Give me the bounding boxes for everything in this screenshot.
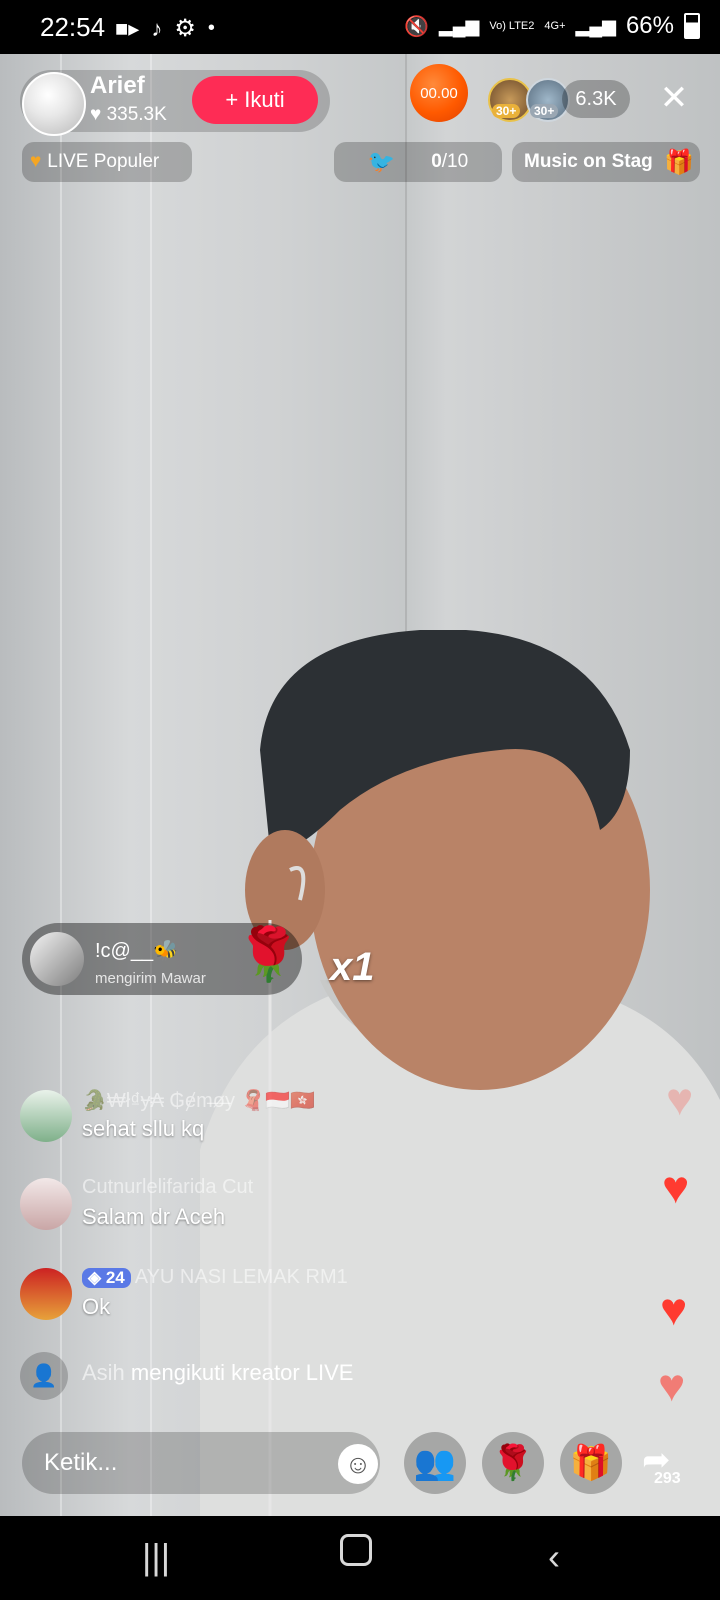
floating-heart-icon: ♥ bbox=[660, 1283, 688, 1335]
curtain-line bbox=[150, 54, 152, 1516]
gift-box-icon: 🎁 bbox=[569, 1444, 613, 1482]
battery-icon bbox=[684, 13, 700, 39]
rose-icon: 🌹 bbox=[491, 1444, 535, 1482]
people-icon: 👥 bbox=[413, 1444, 457, 1482]
follow-notification-text: Asih mengikuti kreator LIVE bbox=[82, 1360, 353, 1386]
status-bar: 22:54 ■▸ ♪ ⚙ • 🔇 ▂▄▆ Vo) LTE2 4G+ ▂▄▆ 66… bbox=[0, 0, 720, 54]
status-right-icons: 🔇 ▂▄▆ Vo) LTE2 4G+ ▂▄▆ 66% bbox=[404, 12, 700, 40]
music-on-stage-label: Music on Stag bbox=[524, 151, 653, 172]
commenter-avatar[interactable] bbox=[20, 1178, 72, 1230]
gift-button[interactable]: 🎁 bbox=[560, 1432, 622, 1494]
coin-counter[interactable]: 00.00 bbox=[410, 64, 468, 122]
commenter-name: 🐊₩ł₫ɏ₳ ₲ɇm̶ø̶y 🧣🇮🇩🇭🇰 bbox=[82, 1090, 316, 1112]
comment-text: sehat sllu kq bbox=[82, 1116, 205, 1141]
gift-sender-avatar[interactable] bbox=[30, 932, 84, 986]
tiktok-icon: ♪ bbox=[151, 15, 163, 41]
close-icon[interactable]: ✕ bbox=[654, 78, 694, 118]
network-label: Vo) LTE2 bbox=[489, 19, 535, 32]
commenter-avatar[interactable] bbox=[20, 1268, 72, 1320]
viewer-rank-badge: 30+ bbox=[492, 104, 521, 118]
bird-icon: 🐦 bbox=[367, 149, 396, 174]
viewer-count[interactable]: 6.3K bbox=[562, 80, 630, 118]
user-follow-icon: 👤 bbox=[20, 1352, 68, 1400]
floating-heart-icon: ♥ bbox=[658, 1359, 686, 1411]
music-stage-icon: 🎁 bbox=[664, 148, 694, 176]
goal-progress: 0/10 bbox=[431, 151, 468, 173]
follow-message: mengikuti kreator LIVE bbox=[124, 1360, 354, 1385]
recent-apps-icon[interactable]: ||| bbox=[142, 1536, 170, 1578]
video-camera-icon: ■▸ bbox=[115, 15, 140, 41]
commenter-name: Cutnurlelifarida Cut bbox=[82, 1176, 254, 1198]
dot-icon: • bbox=[207, 17, 215, 39]
network-label: 4G+ bbox=[544, 19, 566, 32]
rose-icon: 🌹 bbox=[236, 926, 301, 984]
floating-heart-icon: ♥ bbox=[666, 1073, 694, 1125]
rose-gift-button[interactable]: 🌹 bbox=[482, 1432, 544, 1494]
gift-count: x1 bbox=[330, 945, 375, 989]
viewer-rank-badge: 30+ bbox=[530, 104, 559, 118]
emoji-icon[interactable]: ☺ bbox=[338, 1444, 378, 1484]
host-name[interactable]: Arief bbox=[90, 72, 145, 100]
comment-text: Ok bbox=[82, 1294, 111, 1319]
goal-chip[interactable]: 🐦 0/10 bbox=[334, 142, 502, 182]
status-time: 22:54 bbox=[40, 12, 106, 42]
host-likes: ♥ 335.3K bbox=[90, 104, 167, 126]
comment-input[interactable] bbox=[22, 1432, 380, 1494]
commenter-name-row: ◈ 24 AYU NASI LEMAK RM1 bbox=[82, 1266, 348, 1289]
commenter-name: AYU NASI LEMAK RM1 bbox=[134, 1266, 348, 1288]
host-likes-count: 335.3K bbox=[106, 104, 167, 125]
signal-icon: ▂▄▆ bbox=[438, 15, 480, 36]
follower-name: Asih bbox=[82, 1360, 125, 1385]
gift-sender-name: !c@__🐝 bbox=[95, 940, 179, 962]
back-icon[interactable]: ‹ bbox=[548, 1536, 560, 1578]
goal-count: 0 bbox=[431, 151, 442, 172]
follow-button[interactable]: + Ikuti bbox=[192, 76, 318, 124]
goal-total: /10 bbox=[441, 151, 469, 172]
floating-heart-icon: ♥ bbox=[662, 1161, 690, 1213]
music-on-stage-chip[interactable]: Music on Stag 🎁 bbox=[512, 142, 700, 182]
live-popular-label: LIVE Populer bbox=[47, 151, 160, 172]
coin-value: 00.00 bbox=[420, 84, 458, 102]
level-number: 24 bbox=[105, 1268, 125, 1287]
diamond-icon: ◈ bbox=[88, 1268, 102, 1287]
level-badge: ◈ 24 bbox=[82, 1268, 131, 1288]
signal-icon: ▂▄▆ bbox=[575, 15, 616, 36]
navigation-bar: ||| ‹ bbox=[0, 1516, 720, 1600]
battery-percent: 66% bbox=[625, 12, 674, 39]
multi-guest-button[interactable]: 👥 bbox=[404, 1432, 466, 1494]
commenter-avatar[interactable] bbox=[20, 1090, 72, 1142]
mute-icon: 🔇 bbox=[403, 15, 429, 38]
share-count: 293 bbox=[654, 1470, 681, 1487]
heart-icon: ♥ bbox=[90, 104, 102, 125]
tiktok-live-screen: 22:54 ■▸ ♪ ⚙ • 🔇 ▂▄▆ Vo) LTE2 4G+ ▂▄▆ 66… bbox=[0, 0, 720, 1600]
settings-gear-icon: ⚙ bbox=[174, 15, 196, 42]
gift-subtitle: mengirim Mawar bbox=[95, 970, 206, 987]
heart-badge-icon: ♥ bbox=[30, 151, 42, 172]
comment-text: Salam dr Aceh bbox=[82, 1204, 226, 1229]
status-left-icons: ■▸ ♪ ⚙ • bbox=[115, 14, 215, 43]
live-popular-chip[interactable]: ♥ LIVE Populer bbox=[22, 142, 192, 182]
home-icon[interactable] bbox=[340, 1534, 372, 1566]
host-avatar[interactable] bbox=[22, 72, 86, 136]
